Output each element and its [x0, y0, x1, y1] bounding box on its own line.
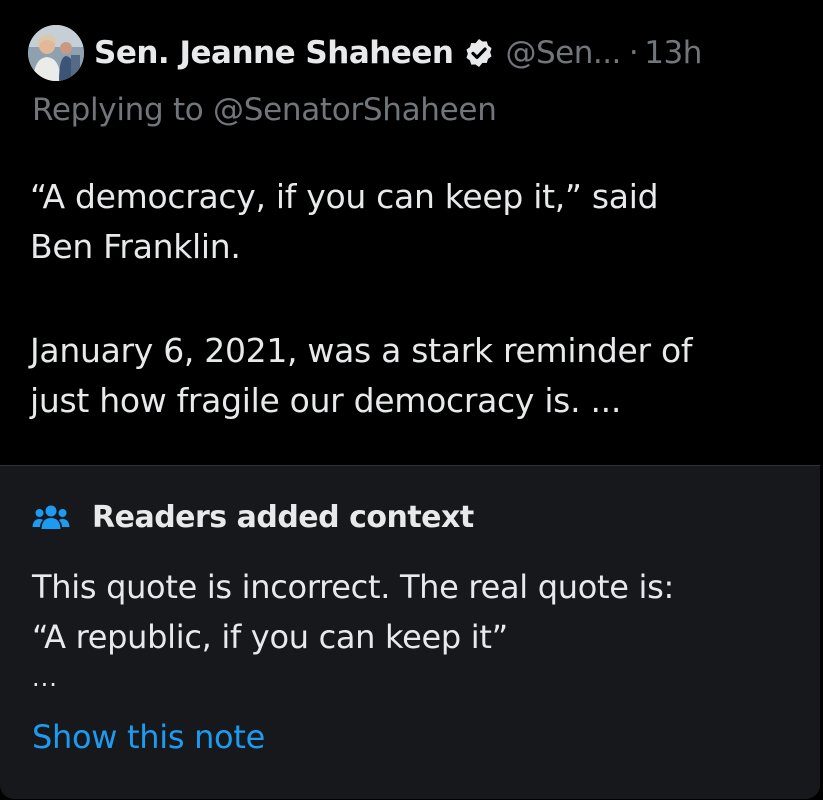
tweet-text: “A democracy, if you can keep it,” said …: [30, 172, 800, 426]
avatar[interactable]: [28, 25, 84, 81]
community-note-line: “A republic, if you can keep it”: [32, 618, 508, 656]
community-note-line: This quote is incorrect. The real quote …: [32, 568, 674, 606]
community-note-text: This quote is incorrect. The real quote …: [32, 562, 802, 662]
tweet-text-line: just how fragile our democracy is. ...: [30, 381, 622, 420]
tweet[interactable]: Sen. Jeanne Shaheen @Sen... · 13h Replyi…: [0, 0, 823, 800]
tweet-text-line: “A democracy, if you can keep it,” said: [30, 177, 659, 216]
avatar-photo: [28, 25, 84, 81]
community-note-header: Readers added context: [32, 500, 474, 535]
people-icon: [32, 505, 70, 529]
tweet-text-line: January 6, 2021, was a stark reminder of: [30, 331, 693, 370]
author-handle[interactable]: @Sen...: [505, 35, 621, 71]
show-note-link[interactable]: Show this note: [32, 718, 265, 756]
timestamp[interactable]: 13h: [644, 35, 702, 71]
community-note[interactable]: Readers added context This quote is inco…: [0, 465, 820, 799]
tweet-text-line: Ben Franklin.: [30, 227, 241, 266]
verified-badge-icon: [466, 39, 492, 67]
community-note-title: Readers added context: [92, 500, 474, 535]
community-note-ellipsis: ...: [32, 664, 58, 692]
separator-dot: ·: [628, 35, 639, 71]
tweet-header: Sen. Jeanne Shaheen @Sen... · 13h: [28, 22, 818, 84]
author-name[interactable]: Sen. Jeanne Shaheen: [94, 35, 454, 71]
replying-to[interactable]: Replying to @SenatorShaheen: [32, 92, 497, 128]
